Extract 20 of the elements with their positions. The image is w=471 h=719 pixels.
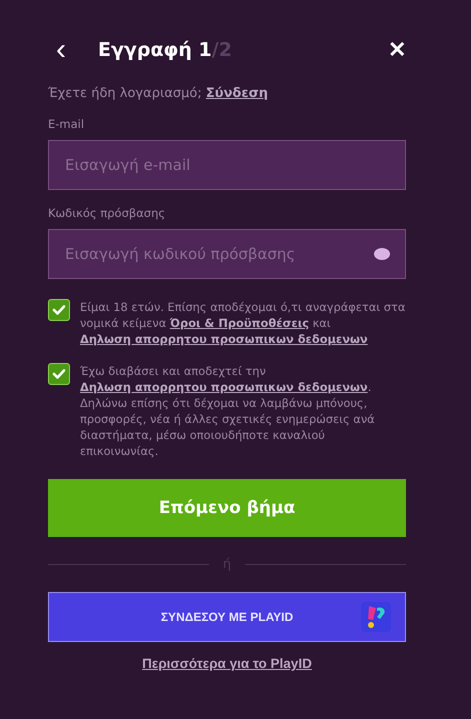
close-button[interactable]: ✕: [388, 37, 406, 63]
logo-icon: [361, 602, 391, 632]
email-field[interactable]: Εισαγωγή e-mail: [48, 140, 406, 190]
consent-text: Είμαι 18 ετών. Επίσης αποδέχομαι ό,τι αναγράφεται στα νομικά κείμενα Όροι & Προϋποθέσεις και Δηλωση απορρητου προσωπικων δεδομενων: [80, 299, 406, 347]
playid-info-link[interactable]: Περισσότερα για το PlayID: [142, 656, 312, 671]
check-icon: [52, 368, 66, 380]
checkbox[interactable]: [48, 363, 70, 385]
login-prompt: Έχετε ήδη λογαριασμό; Σύνδεση: [48, 86, 269, 101]
field-label: E-mail: [48, 117, 86, 131]
password-field[interactable]: Εισαγωγή κωδικού πρόσβασης: [48, 229, 406, 279]
consent-link[interactable]: Δηλωση απορρητου προσωπικων δεδομενων: [80, 332, 368, 346]
back-button[interactable]: ‹: [52, 35, 70, 65]
playid-button[interactable]: ΣΥΝΔΕΣΟΥ ΜΕ PLAYID: [48, 592, 406, 642]
login-link[interactable]: Σύνδεση: [206, 86, 268, 101]
consent-link[interactable]: Δηλωση απορρητου προσωπικων δεδομενων: [80, 380, 368, 394]
field-label: Κωδικός πρόσβασης: [48, 206, 166, 220]
check-icon: [52, 304, 66, 316]
consent-text: Έχω διαβάσει και αποδεχτεί την Δηλωση απορρητου προσωπικων δεδομενων. Δηλώνω επίσης ότι δέχομαι να λαμβάνω μπόνους, προσφορές, νέα ή άλλες σχετικές ενημερώσεις ανά διαστήματα, μέσω οποιουδήποτε καναλιού επικοινωνίας.: [80, 363, 376, 459]
consent-link[interactable]: Όροι & Προϋποθέσεις: [170, 316, 309, 330]
checkbox[interactable]: [48, 299, 70, 321]
